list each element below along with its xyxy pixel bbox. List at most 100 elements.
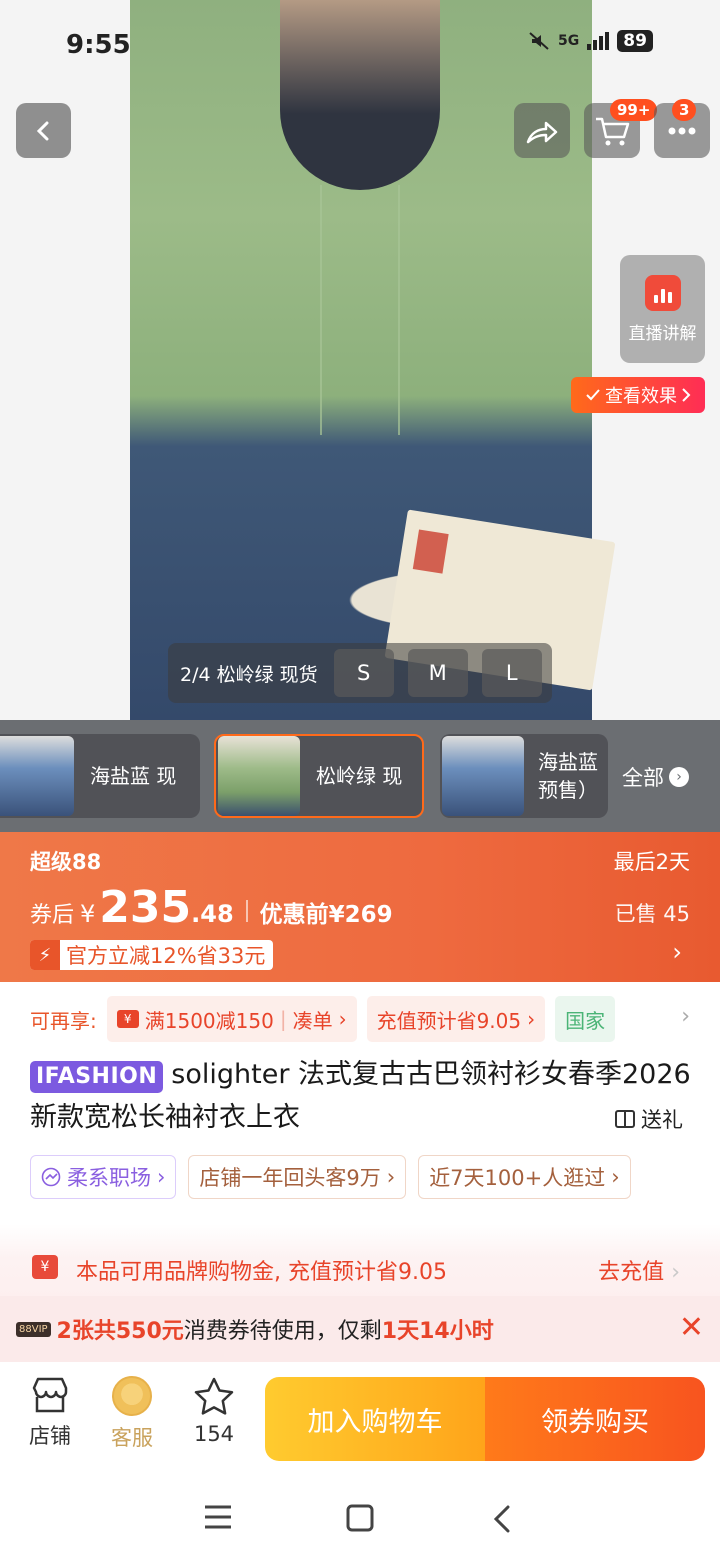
all-variants-label: 全部 xyxy=(622,766,664,790)
more-button[interactable]: 3 xyxy=(654,99,710,158)
recharge-saving-chip[interactable]: 充值预计省9.05 › xyxy=(366,996,546,1042)
system-navigation-bar xyxy=(0,1472,720,1567)
price-decimal: .48 xyxy=(191,900,234,928)
gallery-index: 2/4 松岭绿 现货 xyxy=(180,663,318,686)
tag-label: 柔系职场 xyxy=(67,1166,151,1190)
chevron-right-icon xyxy=(682,388,691,402)
variant-thumbnail xyxy=(442,736,524,816)
size-option-s[interactable]: S xyxy=(333,649,394,697)
brand-tag: IFASHION xyxy=(30,1061,164,1093)
back-button[interactable] xyxy=(16,103,71,158)
size-option-l[interactable]: L xyxy=(481,649,542,697)
tag-style[interactable]: 柔系职场 › xyxy=(30,1155,177,1199)
chevron-right-icon: › xyxy=(338,1007,347,1031)
size-option-m[interactable]: M xyxy=(407,649,468,697)
cart-badge: 99+ xyxy=(610,99,658,121)
variant-option[interactable]: 海盐蓝 现 xyxy=(0,734,200,818)
chevron-right-icon: › xyxy=(669,767,689,787)
coupon-icon: ¥ xyxy=(116,1010,139,1028)
recharge-link[interactable]: 去充值 › xyxy=(598,1254,680,1286)
back-nav-icon[interactable] xyxy=(490,1504,514,1534)
official-discount-text: 官方立减12%省33元 xyxy=(66,944,266,968)
recharge-saving-text: 充值预计省9.05 xyxy=(376,1008,522,1033)
gift-button[interactable]: 送礼 xyxy=(615,1104,683,1134)
chevron-right-icon: › xyxy=(671,1260,680,1285)
customer-service-icon xyxy=(112,1376,152,1416)
live-explain-button[interactable]: 直播讲解 xyxy=(620,255,705,363)
days-left: 最后2天 xyxy=(613,850,690,874)
shop-button[interactable]: 店铺 xyxy=(20,1376,80,1450)
vip-coupon-middle: 消费券待使用，仅剩 xyxy=(183,1319,382,1344)
all-variants-button[interactable]: 全部 › xyxy=(622,762,689,792)
official-discount: ⚡ 官方立减12%省33元 xyxy=(30,940,274,970)
tag-repeat-customers[interactable]: 店铺一年回头客9万 › xyxy=(188,1155,407,1199)
close-icon[interactable]: ✕ xyxy=(679,1313,704,1343)
cart-button[interactable]: 99+ xyxy=(584,99,658,158)
live-chart-icon xyxy=(644,274,681,311)
buy-with-coupon-button[interactable]: 领券购买 xyxy=(485,1377,705,1461)
variant-option[interactable]: 海盐蓝 预售） xyxy=(440,734,608,818)
promo-tier: 超级88 xyxy=(30,850,102,874)
size-selector: 2/4 松岭绿 现货 S M L xyxy=(168,643,552,703)
menu-icon[interactable] xyxy=(203,1504,233,1530)
after-coupon-label: 券后 xyxy=(30,903,75,928)
share-icon xyxy=(526,121,558,143)
wallet-icon: ¥ xyxy=(32,1255,58,1279)
tag-label: 近7天100+人逛过 xyxy=(429,1166,606,1190)
status-icons: 5G 89 xyxy=(528,30,653,52)
signal-icon xyxy=(587,32,610,50)
check-icon xyxy=(586,389,600,401)
chevron-left-icon xyxy=(36,121,48,140)
national-subsidy-chip[interactable]: 国家 xyxy=(555,996,616,1042)
variant-thumbnail xyxy=(218,736,300,816)
trend-icon xyxy=(41,1167,61,1187)
add-to-cart-button[interactable]: 加入购物车 xyxy=(265,1377,485,1461)
chevron-right-icon: › xyxy=(611,1165,620,1189)
divider: | xyxy=(279,1007,287,1031)
message-badge: 3 xyxy=(672,99,697,121)
photo-detail xyxy=(280,0,440,190)
view-effect-button[interactable]: 查看效果 xyxy=(571,377,705,413)
sold-count: 已售 45 xyxy=(614,902,690,926)
favorite-button[interactable]: 154 xyxy=(184,1376,244,1446)
home-icon[interactable] xyxy=(345,1504,375,1532)
variant-option-selected[interactable]: 松岭绿 现 xyxy=(214,734,424,818)
variant-label: 海盐蓝 现 xyxy=(90,764,177,788)
favorite-count: 154 xyxy=(193,1422,235,1446)
share-button[interactable] xyxy=(514,103,570,158)
vip-coupon-bar[interactable]: 88VIP 2张共550元消费券待使用，仅剩1天14小时 ✕ xyxy=(0,1296,720,1362)
vip-coupon-text: 2张共550元消费券待使用，仅剩1天14小时 xyxy=(57,1313,494,1345)
bottom-action-bar: 店铺 客服 154 加入购物车 领券购买 xyxy=(0,1362,720,1472)
chevron-right-icon[interactable]: › xyxy=(681,1004,690,1029)
header-actions: 99+ 3 xyxy=(514,99,710,158)
vip-coupon-count: 2张共550元 xyxy=(56,1319,184,1344)
original-price: 优惠前¥269 xyxy=(259,902,393,928)
add-on-link: 凑单 xyxy=(292,1008,333,1033)
customer-service-button[interactable]: 客服 xyxy=(102,1376,162,1452)
gift-label: 送礼 xyxy=(641,1108,683,1132)
customer-service-label: 客服 xyxy=(111,1426,153,1450)
recharge-label: 去充值 xyxy=(598,1260,665,1285)
lightning-icon: ⚡ xyxy=(30,940,60,970)
chevron-right-icon: › xyxy=(672,938,682,966)
network-label: 5G xyxy=(558,33,580,49)
shop-label: 店铺 xyxy=(29,1424,71,1448)
variant-thumbnail xyxy=(0,736,74,816)
product-image-gallery[interactable]: 9:55 5G 89 99+ 3 直播讲解 查看效果 2/4 松岭绿 现货 S … xyxy=(0,0,720,720)
promotions-label: 可再享: xyxy=(30,1008,97,1033)
mute-icon xyxy=(529,32,549,50)
price-banner[interactable]: 超级88 最后2天 券后 ¥ 235 .48 优惠前¥269 已售 45 ⚡ 官… xyxy=(0,832,720,982)
divider xyxy=(245,900,248,922)
chevron-right-icon: › xyxy=(527,1007,536,1031)
currency-symbol: ¥ xyxy=(80,900,96,928)
full-reduction-text: 满1500减150 xyxy=(144,1008,274,1033)
gift-icon xyxy=(615,1110,635,1128)
live-label: 直播讲解 xyxy=(628,323,697,344)
full-reduction-chip[interactable]: ¥ 满1500减150 | 凑单 › xyxy=(106,996,357,1042)
photo-detail xyxy=(320,185,400,435)
more-icon xyxy=(668,127,696,134)
product-title: IFASHION solighter 法式复古古巴领衬衫女春季2026新款宽松长袖… xyxy=(30,1053,692,1139)
status-time: 9:55 xyxy=(66,30,131,60)
tag-recent-visitors[interactable]: 近7天100+人逛过 › xyxy=(418,1155,631,1199)
tag-label: 店铺一年回头客9万 xyxy=(199,1166,381,1190)
